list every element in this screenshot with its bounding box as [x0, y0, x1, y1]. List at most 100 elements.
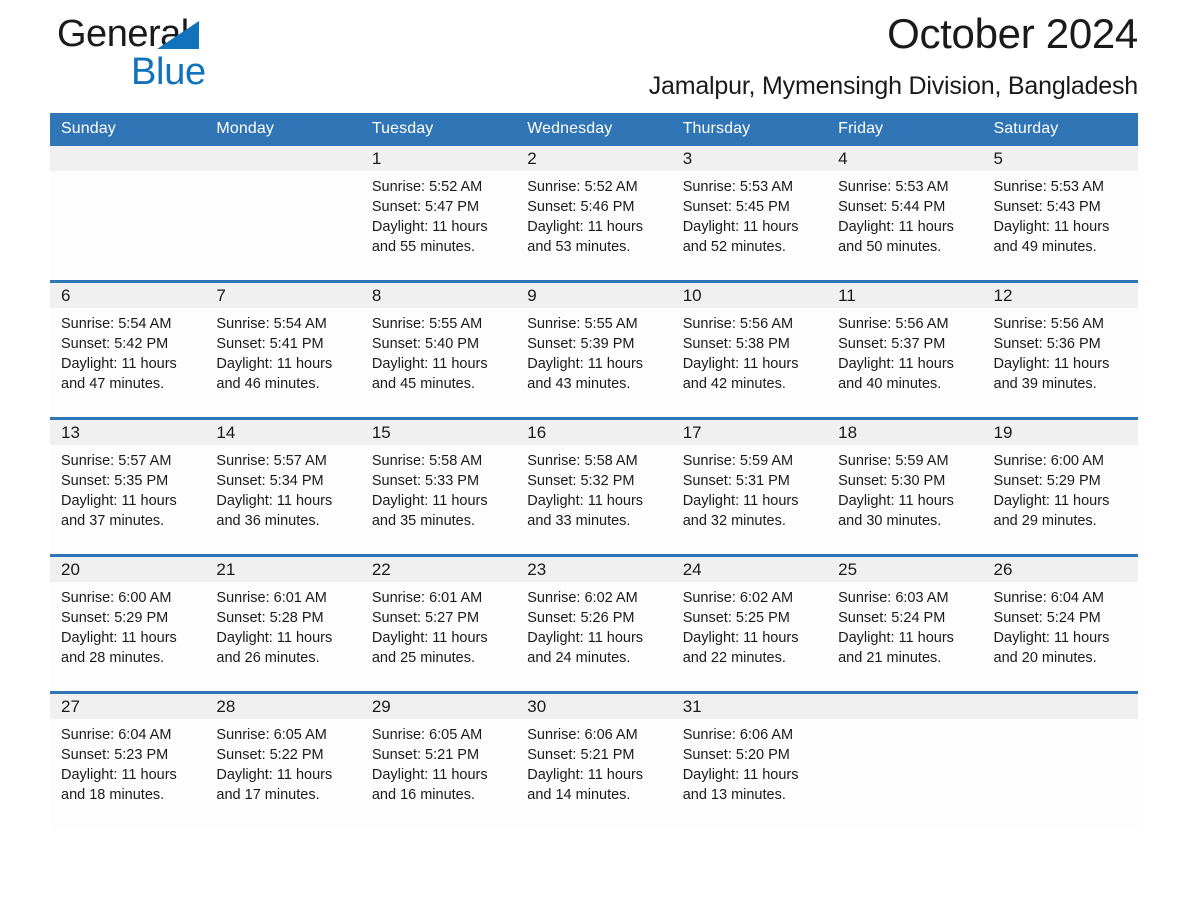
day-sun-info: Sunrise: 5:54 AM Sunset: 5:41 PM Daylight:… — [205, 308, 360, 394]
day-cell-inner: 17 Sunrise: 5:59 AM Sunset: 5:31 PM Dayligh… — [671, 420, 828, 554]
calendar-day-cell[interactable]: 13 Sunrise: 5:57 AM Sunset: 5:35 PM Dayligh… — [50, 417, 206, 556]
calendar-day-cell[interactable]: 4 Sunrise: 5:53 AM Sunset: 5:44 PM Daylight… — [827, 146, 983, 282]
sunset-time: Sunset: 5:21 PM — [527, 747, 635, 763]
daylight-duration-line1: Daylight: 11 hours — [527, 493, 644, 509]
calendar-day-cell[interactable]: 28 Sunrise: 6:05 AM Sunset: 5:22 PM Dayligh… — [205, 691, 361, 828]
calendar-day-cell[interactable]: 17 Sunrise: 5:59 AM Sunset: 5:31 PM Dayligh… — [671, 417, 828, 556]
day-sun-info: Sunrise: 6:00 AM Sunset: 5:29 PM Daylight:… — [50, 582, 205, 668]
day-cell-inner: 8 Sunrise: 5:55 AM Sunset: 5:40 PM Daylight… — [360, 283, 517, 417]
day-number: 4 — [827, 146, 983, 171]
day-number: 22 — [360, 557, 517, 582]
calendar-day-cell[interactable]: 5 Sunrise: 5:53 AM Sunset: 5:43 PM Daylight… — [982, 146, 1138, 282]
day-cell-inner — [50, 146, 206, 280]
daylight-duration-line1: Daylight: 11 hours — [527, 356, 644, 372]
day-number: 24 — [671, 557, 828, 582]
day-cell-inner: 6 Sunrise: 5:54 AM Sunset: 5:42 PM Daylight… — [50, 283, 206, 417]
calendar-day-cell[interactable]: 7 Sunrise: 5:54 AM Sunset: 5:41 PM Daylight… — [205, 280, 361, 419]
day-number — [205, 146, 361, 171]
calendar-day-cell[interactable]: 3 Sunrise: 5:53 AM Sunset: 5:45 PM Daylight… — [671, 146, 828, 282]
daylight-duration-line1: Daylight: 11 hours — [371, 356, 488, 372]
sunrise-time: Sunrise: 5:58 AM — [527, 453, 638, 469]
calendar-day-cell[interactable]: 11 Sunrise: 5:56 AM Sunset: 5:37 PM Dayligh… — [827, 280, 983, 419]
sunset-time: Sunset: 5:21 PM — [371, 747, 480, 763]
sunset-time: Sunset: 5:32 PM — [527, 473, 635, 489]
sunrise-time: Sunrise: 5:59 AM — [838, 453, 949, 469]
daylight-duration-line1: Daylight: 11 hours — [838, 219, 954, 235]
sunrise-time: Sunrise: 6:04 AM — [993, 590, 1104, 606]
day-cell-inner: 20 Sunrise: 6:00 AM Sunset: 5:29 PM Dayligh… — [50, 557, 206, 691]
sunrise-time: Sunrise: 6:05 AM — [371, 727, 483, 743]
calendar-day-cell[interactable]: 22 Sunrise: 6:01 AM Sunset: 5:27 PM Dayligh… — [360, 554, 517, 693]
day-cell-inner: 4 Sunrise: 5:53 AM Sunset: 5:44 PM Daylight… — [827, 146, 983, 280]
day-number: 6 — [50, 283, 206, 308]
calendar-day-cell[interactable]: 12 Sunrise: 5:56 AM Sunset: 5:36 PM Dayligh… — [982, 280, 1138, 419]
sunrise-time: Sunrise: 6:00 AM — [993, 453, 1104, 469]
calendar-day-cell[interactable]: 16 Sunrise: 5:58 AM Sunset: 5:32 PM Dayligh… — [516, 417, 672, 556]
daylight-duration-line2: and 46 minutes. — [216, 376, 320, 392]
day-sun-info: Sunrise: 6:05 AM Sunset: 5:21 PM Daylight:… — [361, 719, 516, 805]
calendar-day-cell[interactable]: 30 Sunrise: 6:06 AM Sunset: 5:21 PM Dayligh… — [516, 691, 672, 828]
calendar-day-cell[interactable]: 24 Sunrise: 6:02 AM Sunset: 5:25 PM Dayligh… — [671, 554, 828, 693]
sunrise-time: Sunrise: 5:52 AM — [371, 179, 483, 195]
calendar-day-cell[interactable]: 2 Sunrise: 5:52 AM Sunset: 5:46 PM Daylight… — [516, 146, 672, 282]
sunrise-time: Sunrise: 6:06 AM — [682, 727, 794, 743]
calendar-day-cell[interactable]: 27 Sunrise: 6:04 AM Sunset: 5:23 PM Dayligh… — [50, 691, 206, 828]
daylight-duration-line1: Daylight: 11 hours — [682, 767, 799, 783]
daylight-duration-line1: Daylight: 11 hours — [682, 493, 799, 509]
daylight-duration-line1: Daylight: 11 hours — [61, 493, 177, 509]
day-number: 9 — [516, 283, 672, 308]
logo-top-row: General — [57, 12, 357, 56]
calendar-day-cell[interactable]: 25 Sunrise: 6:03 AM Sunset: 5:24 PM Dayligh… — [827, 554, 983, 693]
sunset-time: Sunset: 5:27 PM — [371, 610, 480, 626]
calendar-day-cell[interactable]: 18 Sunrise: 5:59 AM Sunset: 5:30 PM Dayligh… — [827, 417, 983, 556]
calendar-day-cell[interactable]: 19 Sunrise: 6:00 AM Sunset: 5:29 PM Dayligh… — [982, 417, 1138, 556]
calendar-day-cell[interactable]: 6 Sunrise: 5:54 AM Sunset: 5:42 PM Daylight… — [50, 280, 206, 419]
day-number: 16 — [516, 420, 672, 445]
calendar-day-cell[interactable]: 21 Sunrise: 6:01 AM Sunset: 5:28 PM Dayligh… — [205, 554, 361, 693]
day-sun-info: Sunrise: 5:55 AM Sunset: 5:40 PM Daylight:… — [361, 308, 516, 394]
day-cell-inner: 25 Sunrise: 6:03 AM Sunset: 5:24 PM Dayligh… — [827, 557, 983, 691]
weekday-header-wednesday: Wednesday — [516, 113, 672, 146]
sunset-time: Sunset: 5:26 PM — [527, 610, 635, 626]
calendar-day-cell[interactable]: 1 Sunrise: 5:52 AM Sunset: 5:47 PM Daylight… — [360, 146, 517, 282]
daylight-duration-line2: and 26 minutes. — [216, 650, 320, 666]
calendar-day-cell[interactable]: 26 Sunrise: 6:04 AM Sunset: 5:24 PM Dayligh… — [982, 554, 1138, 693]
day-cell-inner: 9 Sunrise: 5:55 AM Sunset: 5:39 PM Daylight… — [516, 283, 672, 417]
calendar-day-cell[interactable]: 9 Sunrise: 5:55 AM Sunset: 5:39 PM Daylight… — [516, 280, 672, 419]
calendar-day-cell[interactable]: 29 Sunrise: 6:05 AM Sunset: 5:21 PM Dayligh… — [360, 691, 517, 828]
day-cell-inner: 16 Sunrise: 5:58 AM Sunset: 5:32 PM Dayligh… — [516, 420, 672, 554]
daylight-duration-line2: and 20 minutes. — [993, 650, 1097, 666]
calendar-day-cell[interactable]: 20 Sunrise: 6:00 AM Sunset: 5:29 PM Dayligh… — [50, 554, 206, 693]
daylight-duration-line1: Daylight: 11 hours — [682, 356, 799, 372]
day-cell-inner: 22 Sunrise: 6:01 AM Sunset: 5:27 PM Dayligh… — [360, 557, 517, 691]
sunrise-time: Sunrise: 5:55 AM — [371, 316, 483, 332]
day-cell-inner: 27 Sunrise: 6:04 AM Sunset: 5:23 PM Dayligh… — [50, 694, 206, 828]
daylight-duration-line2: and 47 minutes. — [61, 376, 165, 392]
daylight-duration-line2: and 13 minutes. — [682, 787, 786, 803]
calendar-day-cell[interactable]: 15 Sunrise: 5:58 AM Sunset: 5:33 PM Dayligh… — [360, 417, 517, 556]
weekday-header-tuesday: Tuesday — [360, 113, 517, 146]
day-sun-info: Sunrise: 5:56 AM Sunset: 5:38 PM Daylight:… — [672, 308, 827, 394]
calendar-day-cell[interactable]: 31 Sunrise: 6:06 AM Sunset: 5:20 PM Dayligh… — [671, 691, 828, 828]
calendar-day-cell[interactable]: 23 Sunrise: 6:02 AM Sunset: 5:26 PM Dayligh… — [516, 554, 672, 693]
daylight-duration-line1: Daylight: 11 hours — [993, 219, 1110, 235]
daylight-duration-line1: Daylight: 11 hours — [216, 493, 333, 509]
sunrise-time: Sunrise: 6:00 AM — [61, 590, 172, 606]
daylight-duration-line1: Daylight: 11 hours — [527, 630, 644, 646]
sunrise-time: Sunrise: 5:55 AM — [527, 316, 638, 332]
calendar-day-cell[interactable]: 14 Sunrise: 5:57 AM Sunset: 5:34 PM Dayligh… — [205, 417, 361, 556]
daylight-duration-line2: and 40 minutes. — [838, 376, 942, 392]
page-subtitle: Jamalpur, Mymensingh Division, Banglades… — [648, 72, 1138, 100]
day-cell-inner: 28 Sunrise: 6:05 AM Sunset: 5:22 PM Dayligh… — [205, 694, 361, 828]
weekday-header-thursday: Thursday — [671, 113, 828, 146]
sunset-time: Sunset: 5:28 PM — [216, 610, 324, 626]
day-sun-info: Sunrise: 5:53 AM Sunset: 5:45 PM Daylight:… — [672, 171, 827, 257]
daylight-duration-line1: Daylight: 11 hours — [682, 219, 799, 235]
daylight-duration-line1: Daylight: 11 hours — [527, 219, 644, 235]
daylight-duration-line2: and 42 minutes. — [682, 376, 786, 392]
daylight-duration-line1: Daylight: 11 hours — [216, 767, 333, 783]
sunset-time: Sunset: 5:31 PM — [682, 473, 790, 489]
day-number — [982, 694, 1138, 719]
calendar-day-cell[interactable]: 8 Sunrise: 5:55 AM Sunset: 5:40 PM Daylight… — [360, 280, 517, 419]
calendar-day-cell[interactable]: 10 Sunrise: 5:56 AM Sunset: 5:38 PM Dayligh… — [671, 280, 828, 419]
